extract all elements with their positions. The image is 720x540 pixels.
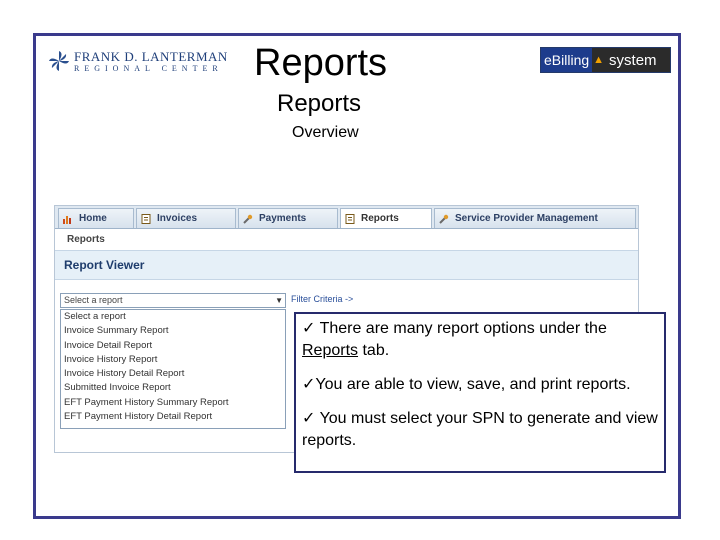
dropdown-option[interactable]: Select a report: [61, 310, 285, 324]
dropdown-option[interactable]: EFT Payment History Summary Report: [61, 396, 285, 410]
slide-caption: Overview: [292, 124, 359, 141]
note-reports-tab: ✓ There are many report options under th…: [302, 318, 658, 362]
reports-tab-reference: Reports: [302, 342, 359, 359]
note-select-spn: ✓ You must select your SPN to generate a…: [302, 410, 658, 449]
system-logo-text: system: [605, 48, 670, 72]
dropdown-option[interactable]: Invoice History Detail Report: [61, 367, 285, 381]
note-text: ✓ There are many report options under th…: [302, 320, 607, 337]
dropdown-option[interactable]: Invoice Detail Report: [61, 339, 285, 353]
tab-reports[interactable]: Reports: [340, 208, 432, 228]
filter-criteria-link[interactable]: Filter Criteria ->: [291, 294, 353, 304]
chart-icon: [63, 215, 71, 224]
note-text: tab.: [358, 342, 390, 359]
logo-line2: REGIONAL CENTER: [74, 63, 223, 73]
tab-service-provider-management[interactable]: Service Provider Management: [434, 208, 636, 228]
ebilling-logo: eBilling ▲ system: [540, 47, 671, 73]
report-select[interactable]: Select a report ▼: [60, 293, 286, 308]
dropdown-option[interactable]: EFT Payment History Detail Report: [61, 410, 285, 424]
tab-bar: Home Invoices Payments Reports Service P…: [55, 206, 638, 229]
wrench-icon: [243, 214, 253, 224]
document-icon: [345, 213, 355, 224]
tab-label: Invoices: [157, 213, 198, 224]
report-viewer-title: Report Viewer: [64, 258, 145, 272]
tab-label: Home: [79, 213, 107, 224]
dropdown-option[interactable]: Invoice History Report: [61, 353, 285, 367]
triangle-icon: ▲: [592, 48, 606, 72]
tab-label: Payments: [259, 213, 307, 224]
tab-home[interactable]: Home: [58, 208, 134, 228]
dropdown-option[interactable]: Submitted Invoice Report: [61, 381, 285, 395]
tab-label: Reports: [361, 213, 399, 224]
wrench-icon: [439, 214, 449, 224]
report-dropdown-list: Select a report Invoice Summary Report I…: [60, 309, 286, 429]
slide-subtitle: Reports: [277, 90, 362, 117]
slide-title: Reports: [254, 42, 388, 84]
pinwheel-logo-icon: [49, 51, 69, 71]
dropdown-option[interactable]: Invoice Summary Report: [61, 324, 285, 338]
tab-payments[interactable]: Payments: [238, 208, 338, 228]
chevron-down-icon[interactable]: ▼: [275, 294, 283, 307]
notes-callout: ✓ There are many report options under th…: [294, 312, 666, 473]
note-view-save-print: ✓You are able to view, save, and print r…: [302, 376, 631, 393]
lanterman-logo: FRANK D. LANTERMAN REGIONAL CENTER: [48, 47, 228, 75]
tab-invoices[interactable]: Invoices: [136, 208, 236, 228]
report-select-value: Select a report: [64, 295, 123, 305]
breadcrumb[interactable]: Reports: [67, 234, 105, 245]
tab-label: Service Provider Management: [455, 213, 598, 224]
ebilling-logo-text: eBilling: [541, 48, 593, 72]
logo-line1: FRANK D. LANTERMAN: [74, 48, 228, 64]
document-icon: [141, 213, 151, 224]
report-viewer-header: Report Viewer: [55, 250, 638, 280]
